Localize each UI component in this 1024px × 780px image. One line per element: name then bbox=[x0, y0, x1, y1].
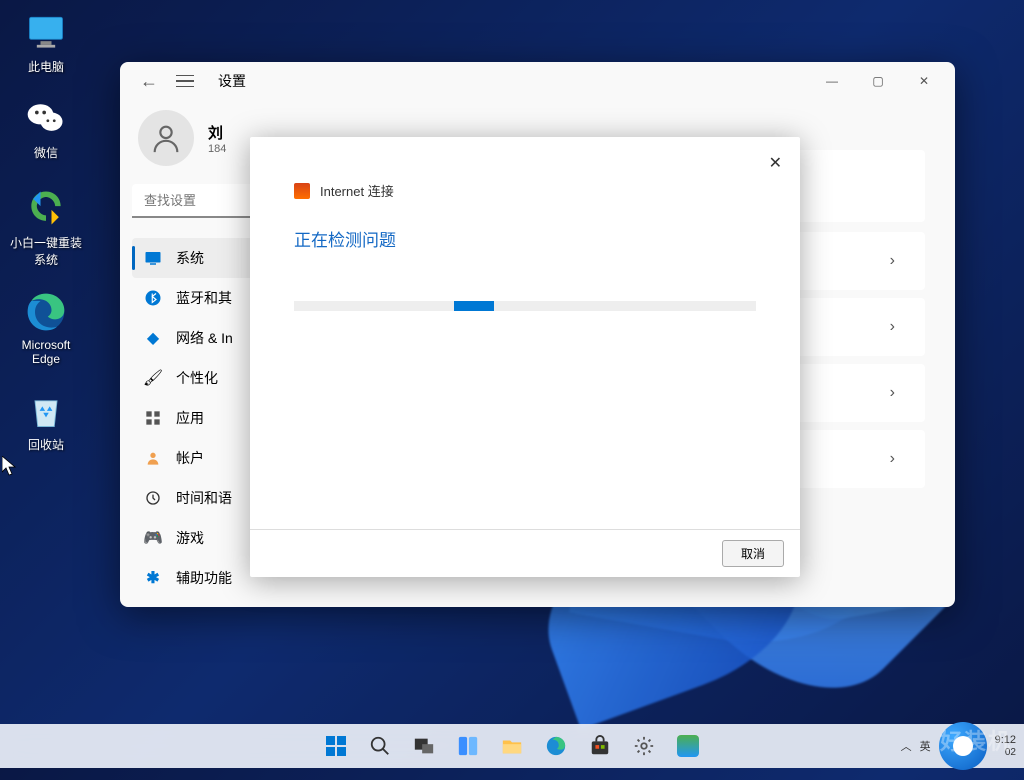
accessibility-icon: ✱ bbox=[144, 569, 162, 587]
app-icon bbox=[677, 735, 699, 757]
nav-label: 应用 bbox=[176, 408, 204, 428]
desktop-icon-edge[interactable]: Microsoft Edge bbox=[6, 290, 86, 366]
nav-label: 蓝牙和其 bbox=[176, 288, 232, 308]
nav-label: 辅助功能 bbox=[176, 568, 232, 588]
dialog-title: Internet 连接 bbox=[320, 181, 394, 200]
desktop-icon-this-pc[interactable]: 此电脑 bbox=[6, 10, 86, 75]
watermark: 好装机 bbox=[940, 724, 1012, 756]
nav-label: 系统 bbox=[176, 248, 204, 268]
desktop-icon-label: 回收站 bbox=[6, 436, 86, 453]
settings-taskbar-button[interactable] bbox=[624, 726, 664, 766]
desktop-icon-label: 微信 bbox=[6, 144, 86, 161]
store-button[interactable] bbox=[580, 726, 620, 766]
dialog-close-button[interactable]: ✕ bbox=[769, 153, 782, 173]
window-title: 设置 bbox=[218, 71, 246, 91]
nav-label: 帐户 bbox=[176, 448, 204, 468]
gamepad-icon: 🎮 bbox=[144, 529, 162, 547]
desktop-icon-recycle-bin[interactable]: 回收站 bbox=[6, 388, 86, 453]
widgets-button[interactable] bbox=[448, 726, 488, 766]
tray-lang[interactable]: 英 bbox=[920, 738, 931, 754]
system-icon bbox=[144, 249, 162, 267]
chevron-right-icon: › bbox=[890, 252, 895, 270]
troubleshooter-dialog: ✕ Internet 连接 正在检测问题 取消 bbox=[250, 137, 800, 577]
desktop-icon-label: Microsoft Edge bbox=[6, 338, 86, 366]
hamburger-icon[interactable] bbox=[176, 75, 194, 88]
nav-label: 个性化 bbox=[176, 368, 218, 388]
profile-name: 刘 bbox=[208, 122, 226, 143]
dialog-status: 正在检测问题 bbox=[250, 210, 800, 281]
avatar-icon bbox=[138, 110, 194, 166]
chevron-right-icon: › bbox=[890, 450, 895, 468]
close-button[interactable]: ✕ bbox=[901, 65, 947, 97]
progress-chunk bbox=[454, 301, 494, 311]
chevron-right-icon: › bbox=[890, 318, 895, 336]
wifi-icon: ◆ bbox=[144, 329, 162, 347]
desktop-icon-label: 此电脑 bbox=[6, 58, 86, 75]
task-view-button[interactable] bbox=[404, 726, 444, 766]
tray-caret[interactable]: ︿ bbox=[901, 738, 912, 754]
nav-label: 游戏 bbox=[176, 528, 204, 548]
start-button[interactable] bbox=[316, 726, 356, 766]
back-button[interactable]: ← bbox=[140, 71, 158, 92]
troubleshoot-icon bbox=[294, 183, 310, 199]
desktop-icon-wechat[interactable]: 微信 bbox=[6, 96, 86, 161]
taskbar: ︿ 英 9:12 02 bbox=[0, 724, 1024, 768]
app-taskbar-button[interactable] bbox=[668, 726, 708, 766]
person-icon bbox=[144, 449, 162, 467]
monitor-icon bbox=[24, 10, 68, 54]
wechat-icon bbox=[24, 96, 68, 140]
desktop-icon-label: 小白一键重装系统 bbox=[6, 234, 86, 268]
nav-label: 网络 & In bbox=[176, 328, 233, 348]
nav-label: 时间和语 bbox=[176, 488, 232, 508]
clock-icon bbox=[144, 489, 162, 507]
minimize-button[interactable]: — bbox=[809, 65, 855, 97]
bluetooth-icon bbox=[144, 289, 162, 307]
edge-taskbar-button[interactable] bbox=[536, 726, 576, 766]
reinstall-icon bbox=[24, 186, 68, 230]
apps-icon bbox=[144, 409, 162, 427]
progress-bar bbox=[294, 301, 756, 311]
recycle-bin-icon bbox=[24, 388, 68, 432]
profile-sub: 184 bbox=[208, 143, 226, 155]
explorer-button[interactable] bbox=[492, 726, 532, 766]
desktop-icon-xiaobai[interactable]: 小白一键重装系统 bbox=[6, 186, 86, 268]
search-button[interactable] bbox=[360, 726, 400, 766]
chevron-right-icon: › bbox=[890, 384, 895, 402]
cursor-icon bbox=[2, 456, 18, 478]
brush-icon: 🖌 bbox=[144, 369, 162, 387]
edge-icon bbox=[24, 290, 68, 334]
titlebar: ← 设置 — ▢ ✕ bbox=[120, 62, 955, 100]
cancel-button[interactable]: 取消 bbox=[722, 540, 784, 567]
maximize-button[interactable]: ▢ bbox=[855, 65, 901, 97]
